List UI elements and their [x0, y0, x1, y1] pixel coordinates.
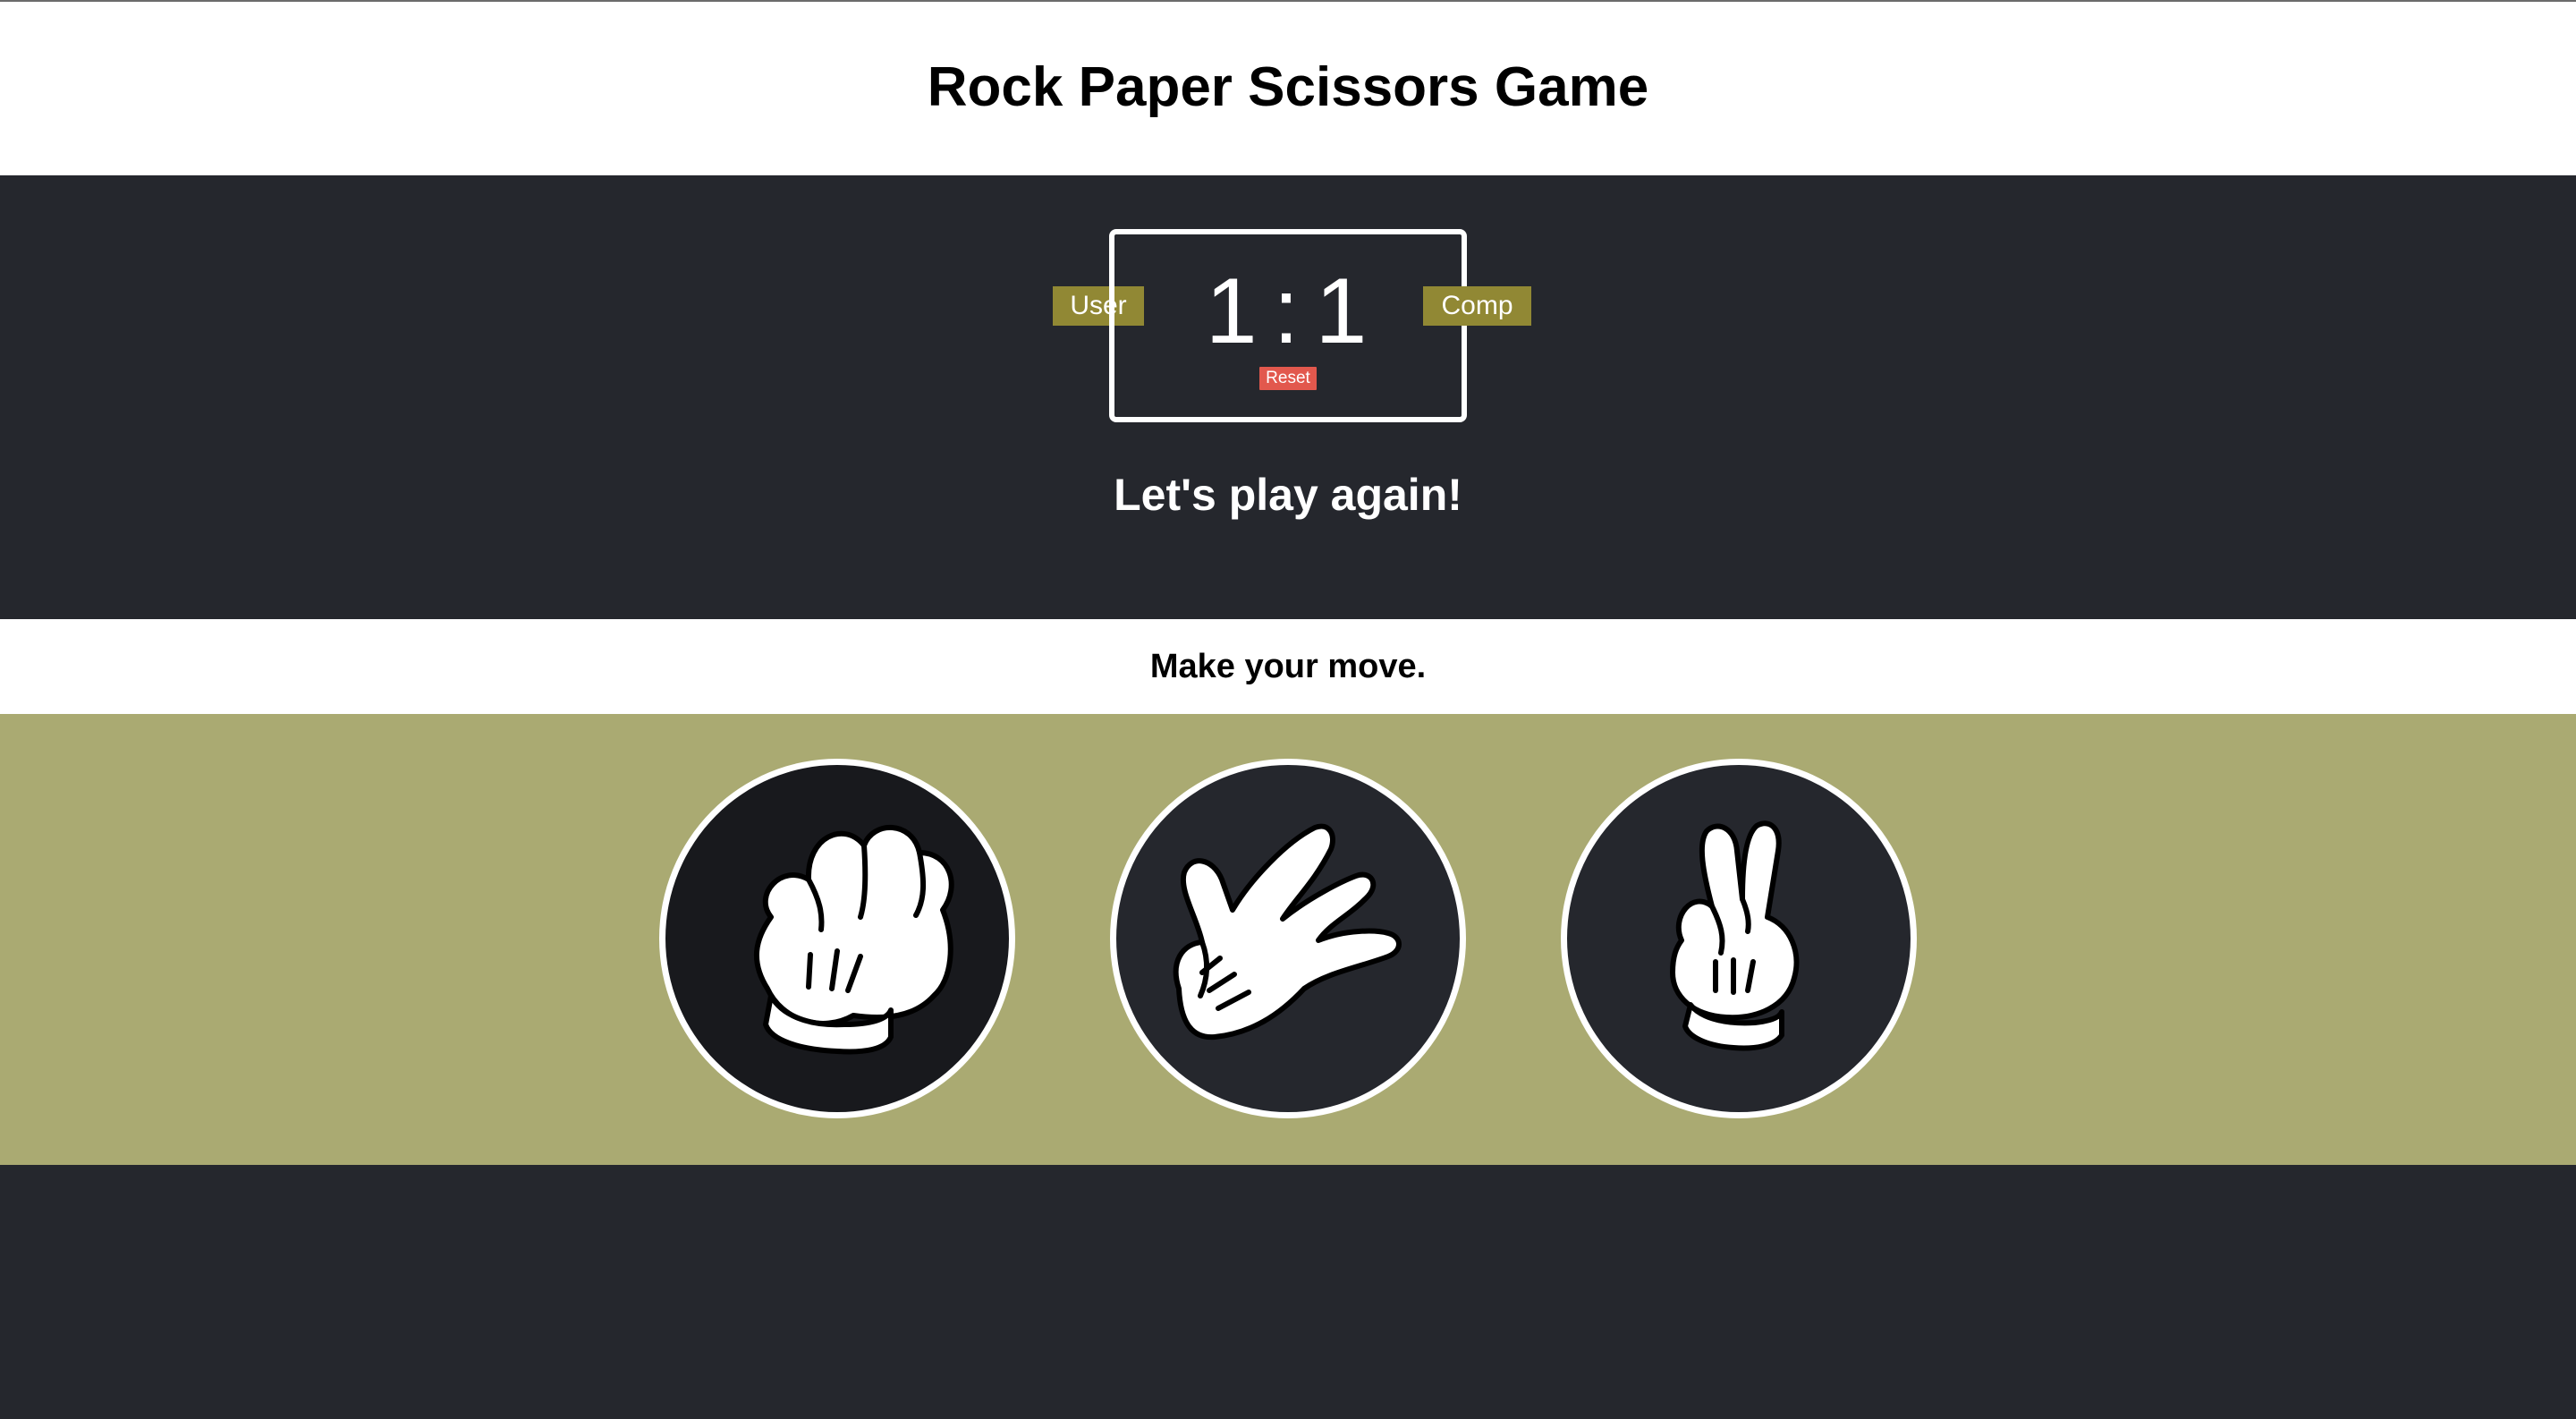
paper-choice-button[interactable]	[1110, 759, 1466, 1118]
paper-hand-icon	[1173, 823, 1402, 1041]
scissors-choice-button[interactable]	[1561, 759, 1917, 1118]
choices-section	[0, 714, 2576, 1165]
scissors-hand-icon	[1670, 820, 1800, 1051]
comp-score: 1	[1315, 259, 1371, 363]
rock-choice-button[interactable]	[659, 759, 1015, 1118]
score-section: User 1:1 Reset Comp Let's play again!	[0, 175, 2576, 619]
title-bar: Rock Paper Scissors Game	[0, 2, 2576, 175]
prompt-bar: Make your move.	[0, 619, 2576, 714]
move-prompt: Make your move.	[1149, 647, 1427, 685]
user-score: 1	[1205, 259, 1261, 363]
result-message: Let's play again!	[1114, 470, 1462, 520]
score-separator: :	[1273, 259, 1303, 363]
rock-hand-icon	[754, 824, 954, 1055]
page-title: Rock Paper Scissors Game	[927, 55, 1649, 118]
scoreboard: 1:1 Reset	[1109, 229, 1467, 422]
reset-button[interactable]: Reset	[1259, 367, 1317, 390]
score-display: 1:1	[1114, 265, 1462, 358]
comp-badge: Comp	[1423, 286, 1531, 326]
